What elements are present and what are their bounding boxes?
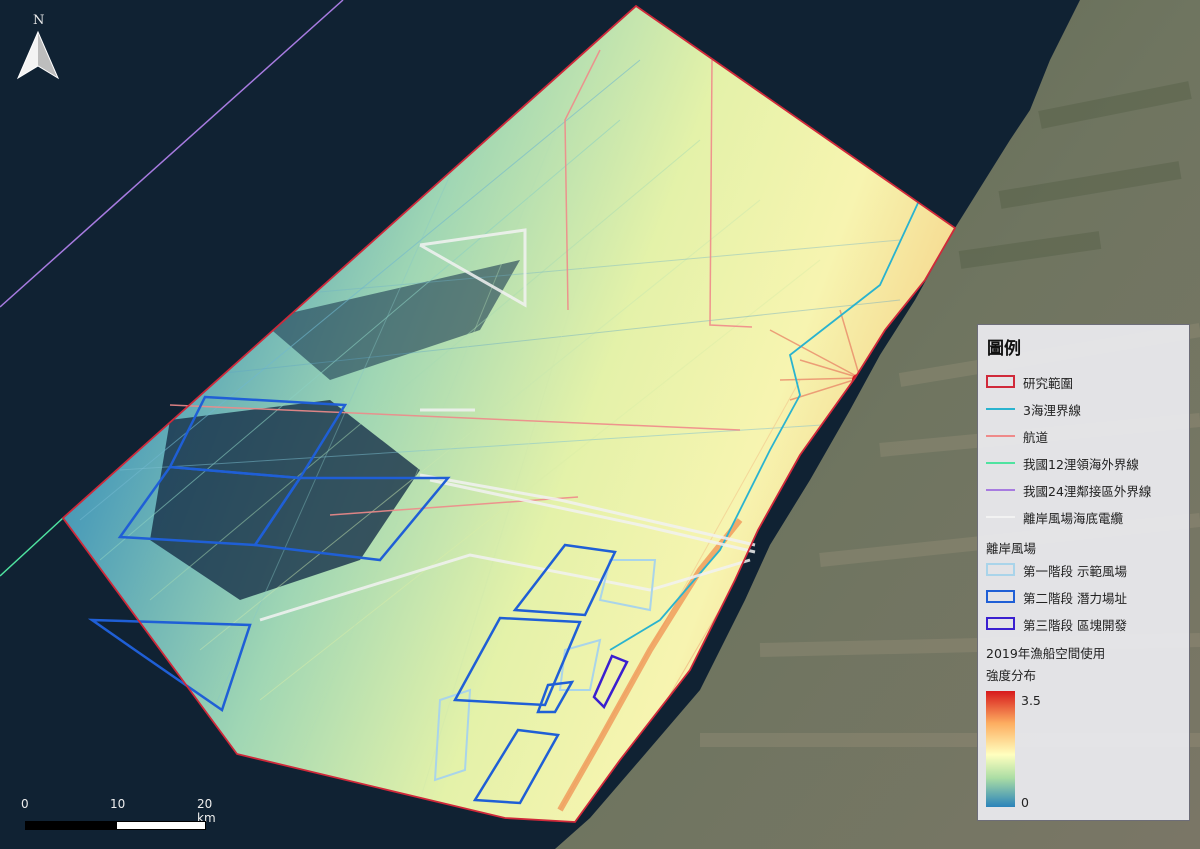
- legend-item-study-area: 研究範圍: [986, 371, 1186, 391]
- legend-item-24nm-line: 我國24浬鄰接區外界線: [986, 479, 1186, 499]
- 12nm-line-swatch: [986, 462, 1015, 464]
- intensity-heading-line1: 2019年漁船空間使用: [986, 646, 1106, 661]
- study-area-swatch: [986, 375, 1015, 388]
- legend-item-12nm-line: 我國12浬領海外界線: [986, 452, 1186, 472]
- legend-label: 第二階段 潛力場址: [1023, 591, 1127, 606]
- legend-item-phase2: 第二階段 潛力場址: [986, 586, 1186, 606]
- submarine-cable-swatch: [986, 516, 1015, 518]
- scale-segment-white: [116, 821, 206, 830]
- 24nm-line-swatch: [986, 489, 1015, 491]
- phase3-swatch: [986, 617, 1015, 630]
- shipping-lane-swatch: [986, 435, 1015, 437]
- scale-label-0: 0: [21, 797, 29, 811]
- legend-label: 我國24浬鄰接區外界線: [1023, 484, 1152, 499]
- intensity-color-ramp: [986, 691, 1015, 807]
- phase2-swatch: [986, 590, 1015, 603]
- legend-label: 3海浬界線: [1023, 403, 1081, 418]
- 3nm-line-swatch: [986, 408, 1015, 410]
- phase1-swatch: [986, 563, 1015, 576]
- legend-label: 離岸風場海底電纜: [1023, 511, 1124, 526]
- scale-segment-black: [25, 821, 116, 830]
- legend-item-phase1: 第一階段 示範風場: [986, 559, 1186, 579]
- legend-item-shipping-lane: 航道: [986, 425, 1186, 445]
- legend-label: 航道: [1023, 430, 1049, 445]
- legend-label: 我國12浬領海外界線: [1023, 457, 1139, 472]
- intensity-min-label: 0: [1021, 795, 1029, 810]
- windfarm-heading: 離岸風場: [986, 541, 1037, 556]
- map-legend: 圖例 研究範圍 3海浬界線 航道 我國12浬領海外界線 我國24浬鄰接區外界線 …: [977, 324, 1190, 821]
- legend-title: 圖例: [987, 339, 1021, 359]
- scale-bar: 0 10 20 km: [21, 797, 216, 837]
- north-arrow-label: N: [33, 13, 45, 28]
- legend-label: 研究範圍: [1023, 376, 1074, 391]
- legend-item-submarine-cable: 離岸風場海底電纜: [986, 506, 1186, 526]
- legend-label: 第一階段 示範風場: [1023, 564, 1127, 579]
- intensity-max-label: 3.5: [1021, 693, 1041, 708]
- legend-item-3nm-line: 3海浬界線: [986, 398, 1186, 418]
- intensity-heading-line2: 強度分布: [986, 668, 1037, 683]
- legend-label: 第三階段 區塊開發: [1023, 618, 1127, 633]
- legend-item-phase3: 第三階段 區塊開發: [986, 613, 1186, 633]
- scale-label-10: 10: [110, 797, 126, 811]
